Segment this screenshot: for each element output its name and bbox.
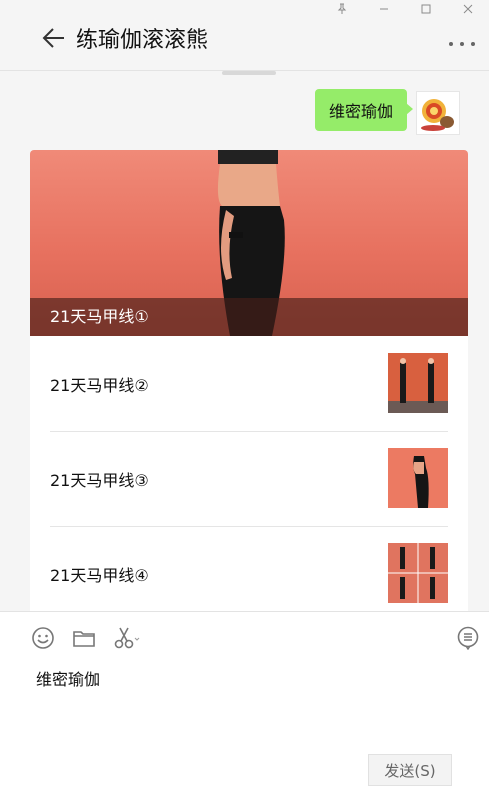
emoji-icon[interactable] [31, 626, 55, 650]
avatar[interactable] [416, 91, 460, 135]
article-item[interactable]: 21天马甲线④ [50, 526, 448, 611]
article-thumbnail[interactable] [388, 353, 448, 413]
chat-history-icon[interactable] [456, 626, 480, 651]
window-controls [321, 0, 489, 18]
article-title[interactable]: 21天马甲线② [50, 372, 149, 396]
chat-title: 练瑜伽滚滚熊 [76, 28, 209, 53]
more-icon[interactable] [449, 36, 475, 52]
back-arrow-icon[interactable] [40, 24, 68, 52]
minimize-icon[interactable] [363, 0, 405, 18]
close-icon[interactable] [447, 0, 489, 18]
article-thumbnail[interactable] [388, 448, 448, 508]
article-item[interactable]: 21天马甲线② [50, 336, 448, 431]
article-title[interactable]: 21天马甲线③ [50, 467, 149, 491]
pin-icon[interactable] [321, 0, 363, 18]
article-thumbnail[interactable] [388, 543, 448, 603]
divider [50, 431, 448, 432]
maximize-icon[interactable] [405, 0, 447, 18]
chat-area[interactable]: 维密瑜伽 21天马甲线① 21天马甲线② 21天马甲线③ 21天马甲线④ [0, 71, 489, 611]
scissors-icon[interactable] [113, 626, 141, 650]
avatar-image [417, 92, 459, 134]
scroll-handle[interactable] [222, 71, 276, 75]
bubble-tail [406, 103, 413, 115]
message-input[interactable]: 维密瑜伽 [36, 666, 100, 690]
input-area: 维密瑜伽 发送(S) [0, 611, 489, 789]
divider [50, 526, 448, 527]
cover-image[interactable]: 21天马甲线① [30, 150, 468, 336]
send-button[interactable]: 发送(S) [368, 754, 452, 786]
article-card[interactable]: 21天马甲线① 21天马甲线② 21天马甲线③ 21天马甲线④ [30, 150, 468, 611]
cover-title[interactable]: 21天马甲线① [50, 303, 149, 327]
article-title[interactable]: 21天马甲线④ [50, 562, 149, 586]
folder-icon[interactable] [72, 626, 96, 650]
article-item[interactable]: 21天马甲线③ [50, 431, 448, 526]
title-bar: 练瑜伽滚滚熊 [0, 0, 489, 71]
message-bubble[interactable]: 维密瑜伽 [314, 89, 407, 131]
